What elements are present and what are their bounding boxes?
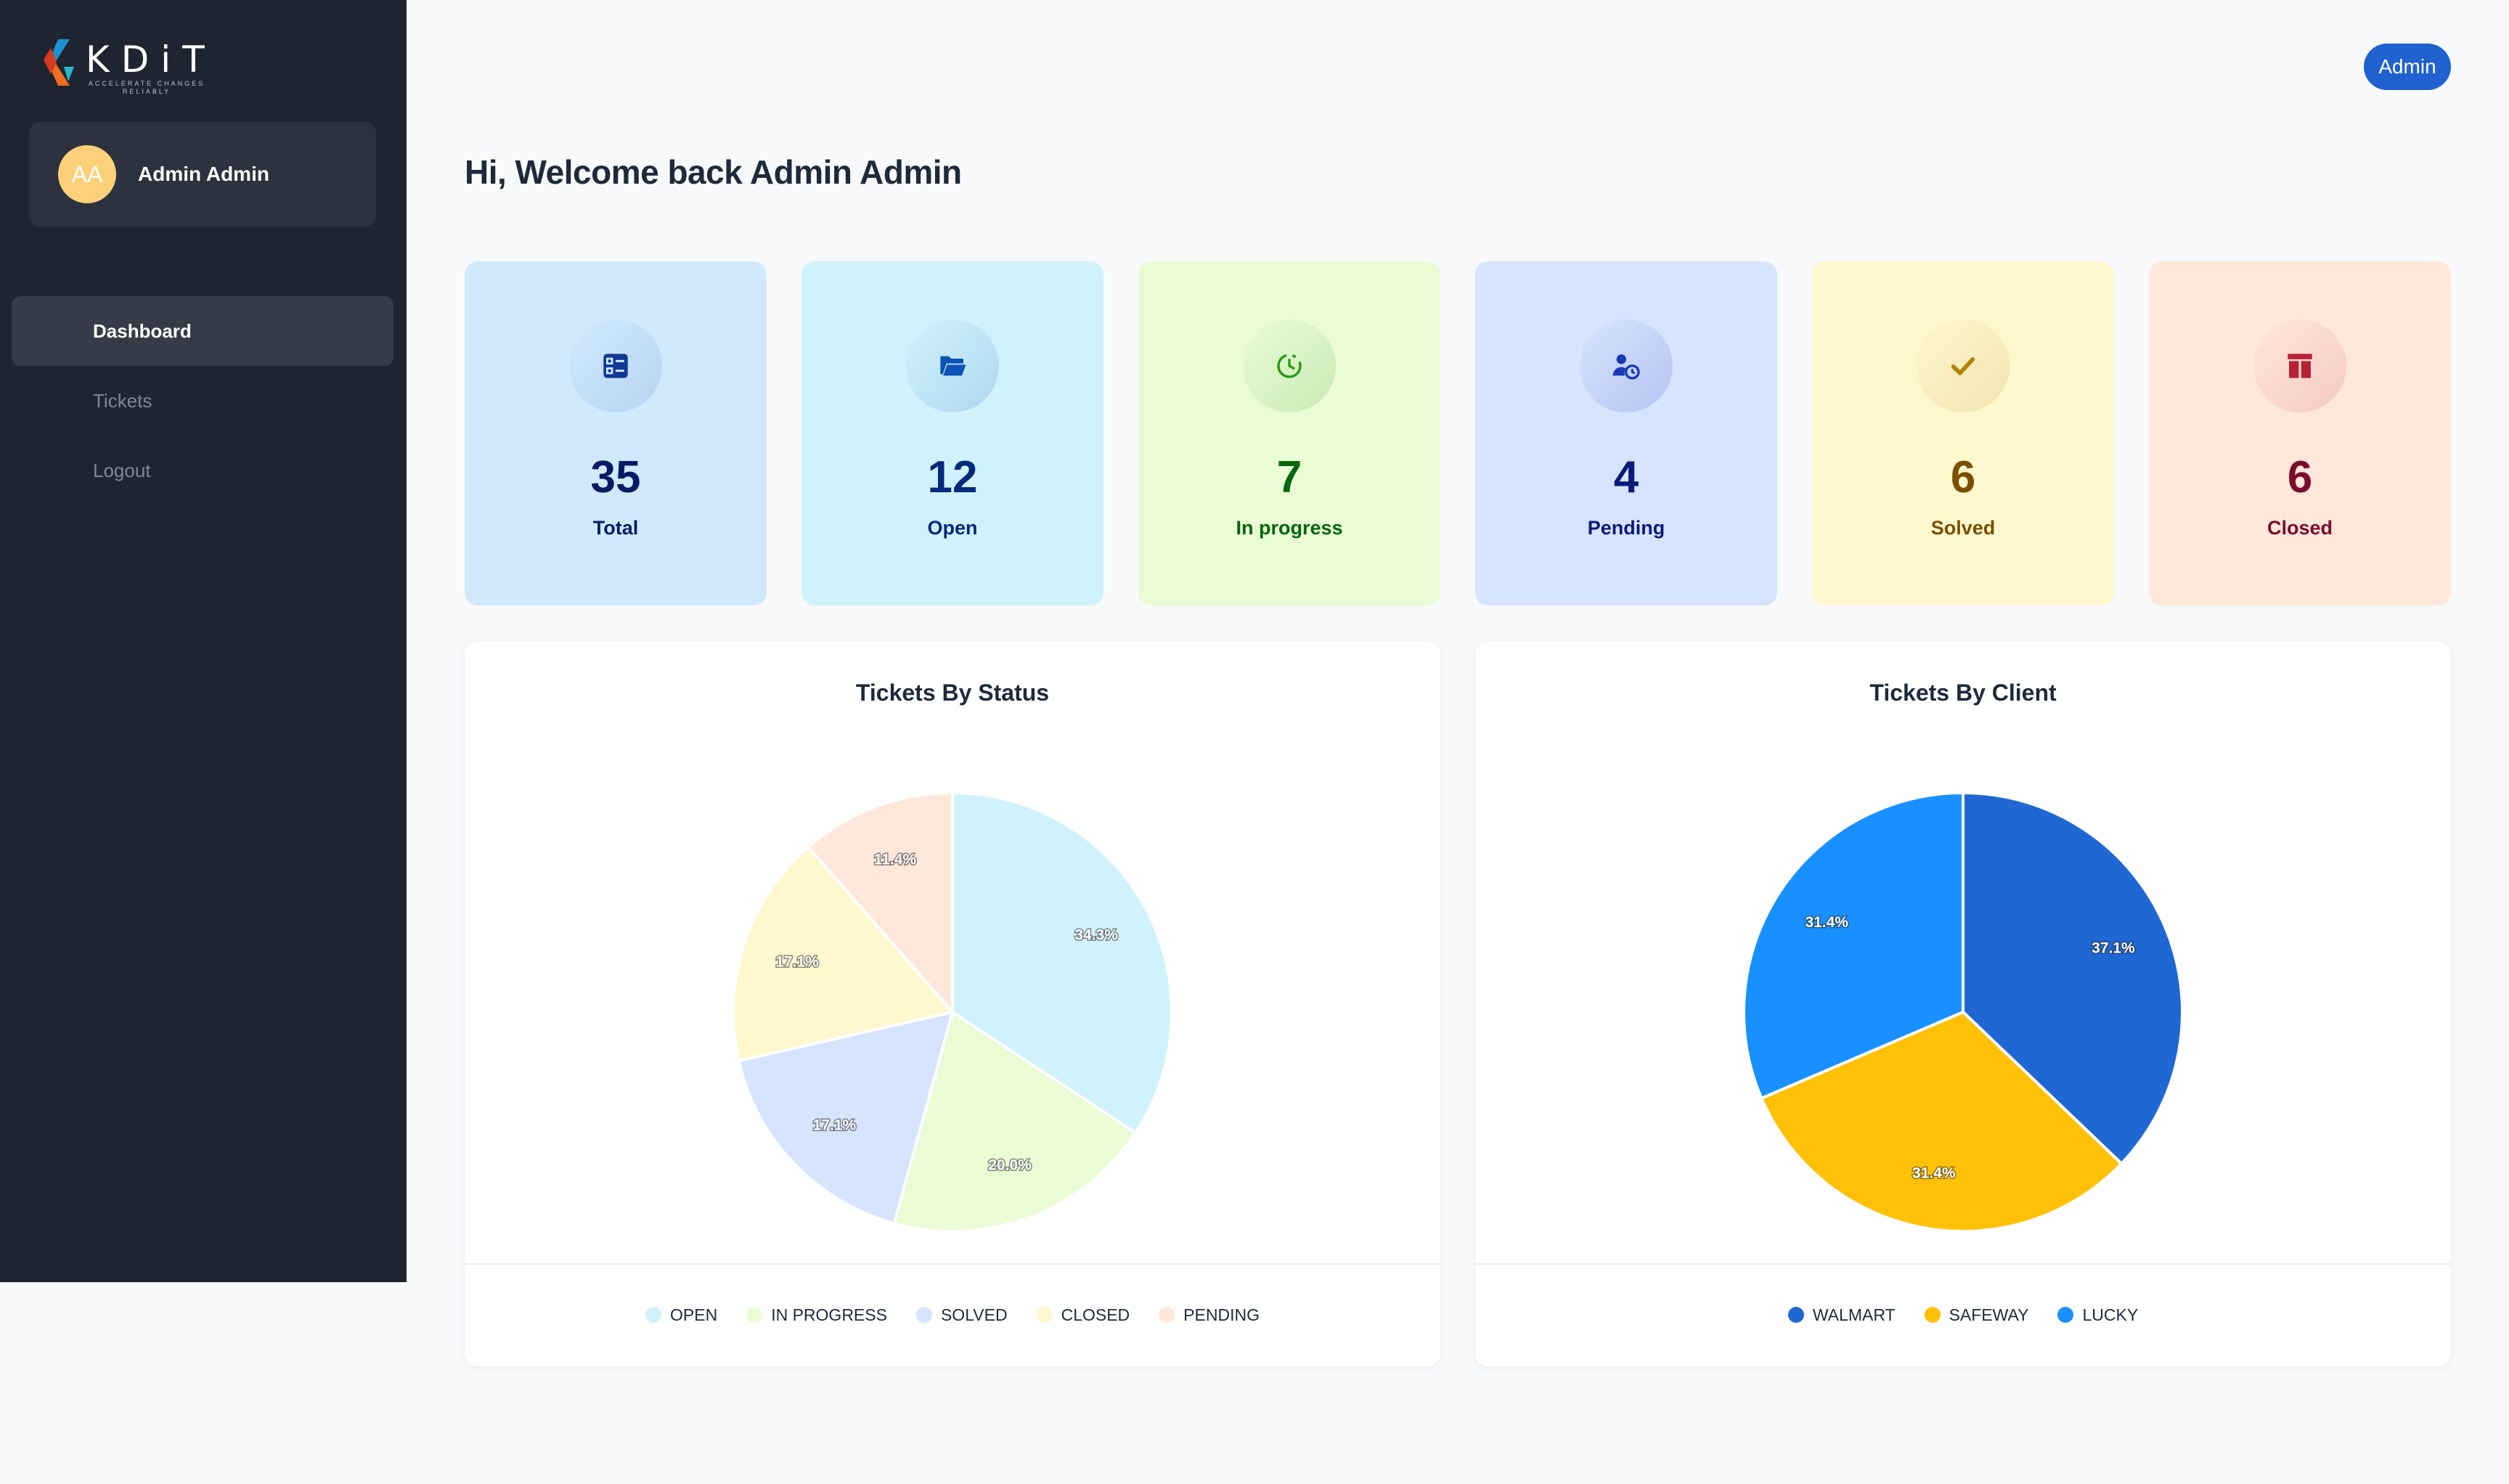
page-title: Hi, Welcome back Admin Admin <box>465 153 962 191</box>
legend-swatch <box>1924 1307 1941 1323</box>
pie-slice-label: 34.3% <box>1074 926 1118 943</box>
legend-item-pending[interactable]: PENDING <box>1159 1305 1260 1325</box>
legend-item-lucky[interactable]: LUCKY <box>2057 1305 2138 1325</box>
pie-chart-client[interactable]: 37.1% 31.4% 31.4% <box>1475 642 2451 1262</box>
legend-swatch <box>915 1307 932 1323</box>
kdit-logo-mark-icon <box>44 39 74 86</box>
list-icon <box>603 354 628 378</box>
admin-role-button[interactable]: Admin <box>2364 44 2451 90</box>
stat-label: Total <box>592 517 639 539</box>
sidebar-item-tickets[interactable]: Tickets <box>12 366 393 436</box>
stat-value: 35 <box>590 452 641 502</box>
stat-icon-circle <box>906 319 999 412</box>
legend-item-open[interactable]: OPEN <box>645 1305 717 1325</box>
legend-label: SAFEWAY <box>1949 1305 2029 1324</box>
pie-slice-label: 31.4% <box>1912 1165 1956 1181</box>
stat-label: Pending <box>1587 517 1665 539</box>
pie-slice-label: 20.0% <box>988 1157 1032 1174</box>
clock-icon <box>1277 354 1302 378</box>
user-card[interactable]: AA Admin Admin <box>29 122 376 227</box>
legend-label: WALMART <box>1812 1305 1896 1324</box>
stat-card-closed: 6 Closed <box>2149 261 2451 606</box>
legend-label: LUCKY <box>2082 1305 2139 1324</box>
pie-slice-label: 17.1% <box>813 1117 857 1133</box>
legend-swatch <box>1036 1307 1053 1323</box>
user-name: Admin Admin <box>138 163 269 185</box>
legend-item-solved[interactable]: SOLVED <box>915 1305 1008 1325</box>
stat-label: Closed <box>2267 517 2333 539</box>
archive-icon <box>2288 354 2312 378</box>
pie-slice-label: 31.4% <box>1805 914 1848 931</box>
user-clock-icon <box>1612 354 1640 380</box>
legend-item-closed[interactable]: CLOSED <box>1036 1305 1130 1325</box>
legend-swatch <box>2057 1307 2074 1323</box>
legend-label: IN PROGRESS <box>771 1305 887 1324</box>
stat-card-solved: 6 Solved <box>1812 261 2114 606</box>
avatar: AA <box>58 145 116 203</box>
stat-icon-circle <box>1243 319 1336 412</box>
stat-card-open: 12 Open <box>801 261 1103 606</box>
legend-label: CLOSED <box>1061 1305 1130 1324</box>
stat-label: In progress <box>1236 517 1343 539</box>
legend-swatch <box>1787 1307 1804 1323</box>
chart-card-tickets-by-client: Tickets By Client 37.1% 31.4% 31.4% WALMAR… <box>1475 642 2451 1366</box>
legend-swatch <box>746 1307 763 1323</box>
legend-label: PENDING <box>1183 1305 1260 1324</box>
stat-value: 12 <box>927 452 978 502</box>
stat-icon-circle <box>2253 319 2346 412</box>
stat-icon-circle <box>1917 319 2010 412</box>
pie-slice-label: 11.4% <box>874 851 917 868</box>
legend-swatch <box>645 1307 662 1323</box>
legend-item-safeway[interactable]: SAFEWAY <box>1924 1305 2029 1325</box>
stat-icon-circle <box>1580 319 1673 412</box>
chart-legend: WALMART SAFEWAY LUCKY <box>1475 1263 2451 1366</box>
stat-value: 6 <box>1950 452 1976 502</box>
pie-chart-status[interactable]: 34.3% 20.0% 17.1% 17.1% 11.4% <box>465 642 1440 1262</box>
stat-value: 6 <box>2287 452 2313 502</box>
stat-label: Solved <box>1930 517 1996 539</box>
stat-value: 7 <box>1276 452 1302 502</box>
pie-slice-label: 17.1% <box>775 953 819 970</box>
legend-item-walmart[interactable]: WALMART <box>1787 1305 1896 1325</box>
legend-swatch <box>1159 1307 1175 1323</box>
brand-tagline: ACCELERATE CHANGES RELIABLY <box>88 80 205 95</box>
stat-icon-circle <box>569 319 662 412</box>
stat-label: Open <box>927 517 978 539</box>
chart-legend: OPEN IN PROGRESS SOLVED CLOSED PENDING <box>465 1263 1440 1366</box>
stat-card-pending: 4 Pending <box>1475 261 1777 606</box>
pie-slice-label: 37.1% <box>2092 940 2135 957</box>
brand-logo[interactable]: KDiT ACCELERATE CHANGES RELIABLY <box>42 38 209 95</box>
check-icon <box>1951 357 1975 375</box>
sidebar-item-logout[interactable]: Logout <box>12 436 393 505</box>
sidebar: KDiT ACCELERATE CHANGES RELIABLY AA Admi… <box>0 0 407 1282</box>
brand-name: KDiT <box>86 38 216 81</box>
stat-card-total: 35 Total <box>465 261 767 606</box>
stat-card-in-progress: 7 In progress <box>1138 261 1440 606</box>
legend-item-in-progress[interactable]: IN PROGRESS <box>746 1305 887 1325</box>
sidebar-nav: Dashboard Tickets Logout <box>12 296 393 505</box>
sidebar-item-dashboard[interactable]: Dashboard <box>12 296 393 366</box>
chart-card-tickets-by-status: Tickets By Status 34.3% 20.0% 17.1% 17.1% 11… <box>465 642 1440 1366</box>
legend-label: OPEN <box>670 1305 718 1324</box>
legend-label: SOLVED <box>940 1305 1008 1324</box>
stat-value: 4 <box>1613 452 1639 502</box>
folder-open-icon <box>940 356 966 376</box>
